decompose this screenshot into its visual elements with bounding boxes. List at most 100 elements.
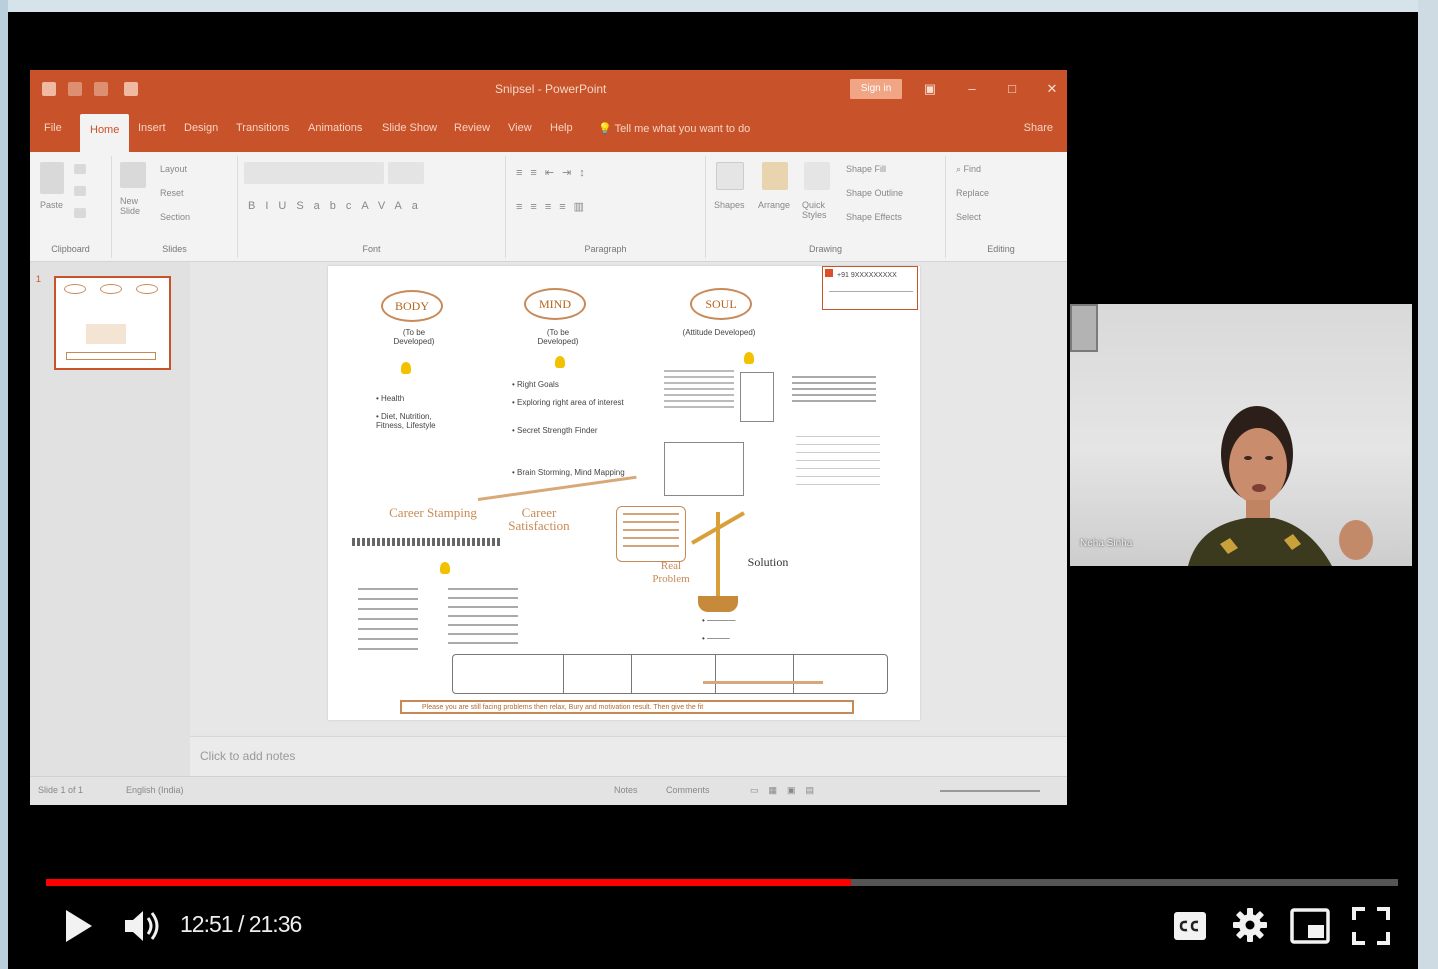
- body-bulb-icon: [401, 362, 411, 374]
- career-line: [477, 475, 637, 501]
- phone-icon: [825, 269, 833, 277]
- paste-icon: [40, 162, 64, 194]
- ribbon-group-clipboard: Paste Clipboard: [30, 156, 112, 258]
- thumbnail-number: 1: [36, 274, 42, 284]
- soul-oval: SOUL: [690, 288, 752, 320]
- webcam-overlay: Neha Sinha: [1070, 304, 1412, 566]
- background-top: [0, 0, 1438, 12]
- font-size-box: [388, 162, 424, 184]
- problem-box: [616, 506, 686, 562]
- time-display: 12:51 / 21:36: [180, 911, 302, 937]
- lightbulb-icon: 💡: [598, 123, 615, 135]
- tab-review: Review: [454, 122, 491, 134]
- soul-notes: [664, 370, 734, 410]
- video-player[interactable]: Snipsel - PowerPoint Sign in ▣ – □ ✕ Fil…: [8, 12, 1418, 969]
- tab-help: Help: [550, 122, 573, 134]
- notes-placeholder: Click to add notes: [200, 749, 296, 763]
- volume-icon: [125, 911, 159, 941]
- tab-view: View: [508, 122, 532, 134]
- play-icon: [66, 910, 92, 942]
- maximize-icon: □: [1008, 81, 1016, 96]
- fullscreen-icon: [1352, 907, 1390, 945]
- slide-editing-area: +91 9XXXXXXXXX BODY MIND SOUL (To be Dev…: [190, 262, 1067, 732]
- mind-point-1: • Right Goals: [512, 380, 559, 389]
- figure-sketch: [740, 372, 774, 422]
- notes-right: [792, 376, 876, 406]
- captions-button[interactable]: [1173, 910, 1207, 942]
- slide-thumbnails-pane: 1: [30, 262, 190, 805]
- current-slide: +91 9XXXXXXXXX BODY MIND SOUL (To be Dev…: [328, 266, 920, 720]
- ppt-ribbon: Paste Clipboard New Slide Layout Reset S…: [30, 152, 1067, 262]
- tab-file: File: [44, 122, 62, 134]
- notes-pane: Click to add notes: [190, 736, 1067, 776]
- close-icon: ✕: [1046, 81, 1058, 96]
- sign-in-button: Sign in: [850, 79, 902, 99]
- mind-oval: MIND: [524, 288, 586, 320]
- tab-animations: Animations: [308, 122, 363, 134]
- slide-thumbnail: [54, 276, 171, 370]
- soul-box: [664, 442, 744, 496]
- zoom-slider: [940, 790, 1040, 792]
- settings-button[interactable]: [1232, 907, 1268, 943]
- powerpoint-window: Snipsel - PowerPoint Sign in ▣ – □ ✕ Fil…: [30, 70, 1067, 805]
- font-format-row: BIUSabcAVAa: [248, 200, 428, 212]
- volume-button[interactable]: [122, 906, 162, 946]
- cut-icon: [74, 164, 86, 174]
- ribbon-group-slides: New Slide Layout Reset Section Slides: [112, 156, 238, 258]
- tab-home: Home: [80, 114, 130, 152]
- list-controls: ≡≡⇤⇥↕: [516, 167, 593, 179]
- font-name-box: [244, 162, 384, 184]
- ribbon-group-font: BIUSabcAVAa Font: [238, 156, 506, 258]
- format-painter-icon: [74, 208, 86, 218]
- align-controls: ≡≡≡≡▥: [516, 201, 593, 213]
- miniplayer-icon: [1290, 908, 1330, 944]
- closed-captions-icon: [1174, 912, 1206, 940]
- body-point-2: • Diet, Nutrition, Fitness, Lifestyle: [376, 412, 436, 430]
- body-point-1: • Health: [376, 394, 405, 403]
- ppt-titlebar: Snipsel - PowerPoint Sign in ▣ – □ ✕: [30, 70, 1067, 110]
- share-button: Share: [1023, 122, 1053, 134]
- shapes-icon: [716, 162, 744, 190]
- ribbon-display-icon: ▣: [923, 81, 937, 96]
- tab-insert: Insert: [138, 122, 166, 134]
- tree-notes: [796, 436, 880, 486]
- ribbon-group-editing: ⌕ Find Replace Select Editing: [956, 164, 1015, 254]
- quick-styles-icon: [804, 162, 830, 190]
- mind-bulb-icon: [555, 356, 565, 368]
- view-buttons: ▭▦▣▤: [750, 785, 825, 795]
- miniplayer-button[interactable]: [1290, 908, 1330, 944]
- undo-icon: [68, 82, 82, 96]
- redo-icon: [94, 82, 108, 96]
- ppt-body: 1 +91 9XXXXXXXXX BODY MIND SOUL (To be D…: [30, 262, 1067, 805]
- soul-bulb-icon: [744, 352, 754, 364]
- ribbon-group-drawing: Shapes Arrange Quick Styles Shape Fill S…: [706, 156, 946, 258]
- tab-transitions: Transitions: [236, 122, 290, 134]
- find-button: ⌕ Find: [956, 164, 982, 174]
- progress-played: [46, 879, 851, 886]
- tab-slide-show: Slide Show: [382, 122, 438, 134]
- career-bulb-icon: [440, 562, 450, 574]
- ribbon-group-paragraph: ≡≡⇤⇥↕ ≡≡≡≡▥ Paragraph: [506, 156, 706, 258]
- mind-point-3: • Secret Strength Finder: [512, 426, 598, 435]
- scale-pan: [698, 596, 738, 612]
- ppt-ribbon-tabs: File Home Insert Design Transitions Anim…: [30, 110, 1067, 152]
- copy-icon: [74, 186, 86, 196]
- fullscreen-button[interactable]: [1351, 906, 1391, 946]
- ppt-statusbar: Slide 1 of 1 English (India) Notes Comme…: [30, 776, 1067, 805]
- career-stamping: Career Stamping: [389, 505, 477, 520]
- minimize-icon: –: [968, 81, 976, 96]
- save-icon: [42, 82, 56, 96]
- real-problem: Real Problem: [652, 560, 690, 585]
- mind-point-2: • Exploring right area of interest: [512, 398, 624, 407]
- background-left: [0, 0, 8, 969]
- gear-icon: [1233, 908, 1267, 942]
- bottom-table: [452, 654, 888, 694]
- find-icon: ⌕: [956, 164, 964, 174]
- play-button[interactable]: [62, 906, 96, 946]
- career-satisfaction: Career Satisfaction: [508, 505, 570, 533]
- present-icon: [124, 82, 138, 96]
- new-slide-icon: [120, 162, 146, 188]
- progress-bar[interactable]: [46, 879, 1398, 886]
- arrange-icon: [762, 162, 788, 190]
- solution-label: Solution: [747, 555, 789, 569]
